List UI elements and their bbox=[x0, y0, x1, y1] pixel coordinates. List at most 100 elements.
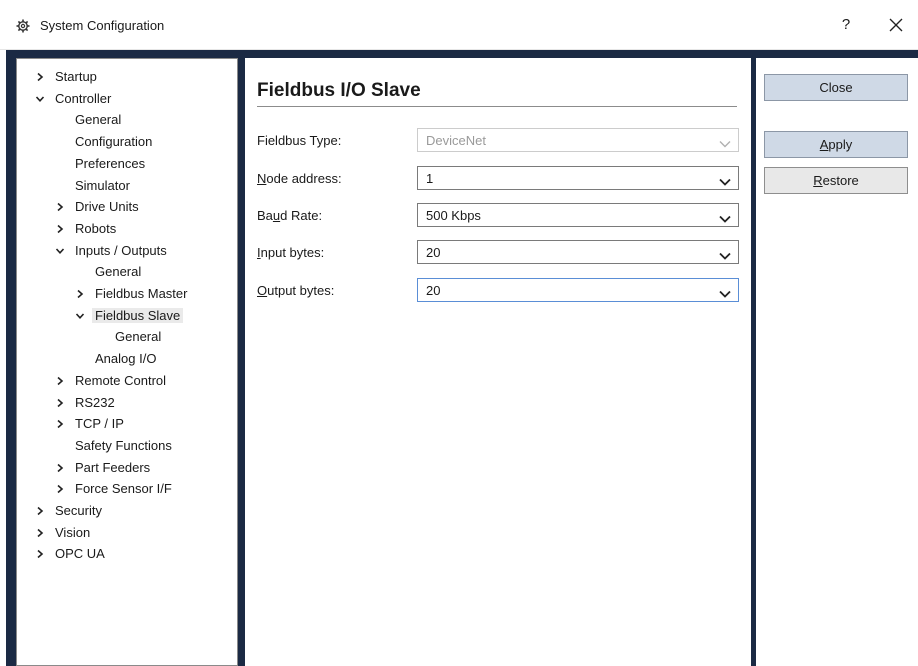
tree-item[interactable]: Part Feeders bbox=[57, 458, 151, 478]
label-text: Fieldbus Type: bbox=[257, 133, 342, 148]
apply-label: pply bbox=[828, 137, 853, 152]
tree-item[interactable]: RS232 bbox=[57, 393, 115, 413]
settings-content: Fieldbus I/O Slave Fieldbus Type: DeviceN… bbox=[245, 58, 751, 666]
chevron-down-icon bbox=[719, 286, 731, 298]
field-label: Baud Rate: bbox=[257, 208, 322, 223]
tree-item-label: Robots bbox=[75, 220, 117, 236]
chevron-down-icon bbox=[719, 248, 731, 260]
tree-item[interactable]: Controller bbox=[35, 89, 112, 109]
restore-button[interactable]: Restore bbox=[764, 167, 908, 194]
tree-item[interactable]: Fieldbus Slave bbox=[75, 306, 184, 326]
button-panel: Close Apply Restore bbox=[756, 58, 918, 666]
tree-item-label: Fieldbus Master bbox=[95, 286, 188, 301]
chevron-right-icon[interactable] bbox=[55, 376, 65, 386]
tree-item-label: Preferences bbox=[75, 155, 146, 171]
label-text: Ba bbox=[257, 208, 273, 223]
gear-icon bbox=[16, 19, 30, 33]
field-dropdown[interactable]: 20 bbox=[417, 240, 739, 264]
dropdown-value: 20 bbox=[426, 283, 441, 298]
chevron-right-icon[interactable] bbox=[75, 289, 85, 299]
field-label: Input bytes: bbox=[257, 245, 324, 260]
tree-item-label: General bbox=[75, 112, 122, 128]
tree-item-label: OPC UA bbox=[55, 546, 105, 562]
chevron-right-icon[interactable] bbox=[55, 202, 65, 212]
tree-item-label: Force Sensor I/F bbox=[75, 481, 172, 497]
close-button[interactable]: Close bbox=[764, 74, 908, 101]
window-close-button[interactable] bbox=[878, 10, 914, 40]
tree-item-label: General bbox=[115, 329, 162, 345]
chevron-down-icon[interactable] bbox=[35, 94, 45, 104]
field-dropdown[interactable]: 1 bbox=[417, 166, 739, 190]
dropdown-value: 1 bbox=[426, 171, 434, 186]
tree-item[interactable]: Preferences bbox=[75, 154, 145, 174]
dropdown-value: 500 Kbps bbox=[426, 208, 481, 223]
tree-item-label: Controller bbox=[55, 90, 112, 106]
chevron-right-icon[interactable] bbox=[55, 463, 65, 473]
tree-item[interactable]: Remote Control bbox=[57, 371, 167, 391]
tree-item[interactable]: Fieldbus Master bbox=[77, 284, 188, 304]
tree-item-label: RS232 bbox=[75, 394, 115, 410]
label-text: ode address: bbox=[266, 171, 342, 186]
tree-item-label: TCP / IP bbox=[75, 416, 124, 432]
tree-item-label: Inputs / Outputs bbox=[75, 242, 167, 258]
field-label: Fieldbus Type: bbox=[257, 133, 341, 148]
tree-item[interactable]: Robots bbox=[57, 219, 117, 239]
chevron-right-icon[interactable] bbox=[55, 419, 65, 429]
chevron-right-icon[interactable] bbox=[35, 72, 45, 82]
tree-item-label: Fieldbus Slave bbox=[92, 307, 184, 323]
tree-item[interactable]: OPC UA bbox=[37, 544, 105, 564]
field-dropdown[interactable]: 20 bbox=[417, 278, 739, 302]
tree-item[interactable]: General bbox=[115, 327, 161, 347]
tree-item-label: Remote Control bbox=[75, 372, 167, 388]
window-title: System Configuration bbox=[40, 18, 165, 33]
tree-item-label: Safety Functions bbox=[75, 437, 172, 453]
accelerator-key: N bbox=[257, 171, 267, 186]
tree-item[interactable]: TCP / IP bbox=[57, 414, 124, 434]
restore-label: estore bbox=[822, 173, 859, 188]
tree-item-label: Drive Units bbox=[75, 199, 139, 215]
chevron-right-icon[interactable] bbox=[55, 398, 65, 408]
tree-item-label: Simulator bbox=[75, 177, 130, 193]
chevron-right-icon[interactable] bbox=[55, 484, 65, 494]
tree-item[interactable]: Safety Functions bbox=[75, 436, 172, 456]
dropdown-value: 20 bbox=[426, 245, 441, 260]
dropdown-value: DeviceNet bbox=[426, 133, 486, 148]
settings-tree[interactable]: Startup Controller General Configuration Pre… bbox=[16, 58, 238, 666]
apply-button[interactable]: Apply bbox=[764, 131, 908, 158]
tree-item[interactable]: Configuration bbox=[75, 132, 152, 152]
label-text: d Rate: bbox=[280, 208, 323, 223]
chevron-down-icon[interactable] bbox=[75, 311, 85, 321]
tree-item[interactable]: Simulator bbox=[75, 176, 130, 196]
field-dropdown: DeviceNet bbox=[417, 128, 739, 152]
tree-item[interactable]: Analog I/O bbox=[95, 349, 156, 369]
chevron-right-icon[interactable] bbox=[35, 528, 45, 538]
accelerator-key: O bbox=[257, 283, 268, 298]
chevron-right-icon[interactable] bbox=[35, 506, 45, 516]
tree-item[interactable]: Inputs / Outputs bbox=[55, 241, 167, 261]
tree-item[interactable]: Drive Units bbox=[57, 197, 139, 217]
chevron-down-icon bbox=[719, 136, 731, 148]
help-button[interactable]: ? bbox=[828, 10, 864, 40]
tree-item[interactable]: Force Sensor I/F bbox=[57, 479, 172, 499]
tree-item-label: Startup bbox=[55, 69, 97, 84]
tree-item-label: Part Feeders bbox=[75, 459, 151, 475]
close-icon bbox=[889, 18, 903, 32]
tree-item[interactable]: Startup bbox=[37, 67, 97, 87]
chevron-down-icon[interactable] bbox=[55, 246, 65, 256]
restore-accelerator: R bbox=[813, 173, 823, 188]
chevron-right-icon[interactable] bbox=[55, 224, 65, 234]
tree-item[interactable]: Security bbox=[37, 501, 102, 521]
title-bar: System Configuration ? bbox=[0, 0, 918, 50]
tree-item-label: Analog I/O bbox=[95, 351, 157, 367]
tree-item[interactable]: General bbox=[75, 110, 121, 130]
tree-item[interactable]: Vision bbox=[37, 523, 91, 543]
field-dropdown[interactable]: 500 Kbps bbox=[417, 203, 739, 227]
tree-item-label: Vision bbox=[55, 524, 91, 540]
field-label: Node address: bbox=[257, 171, 342, 186]
chevron-down-icon bbox=[719, 211, 731, 223]
chevron-right-icon[interactable] bbox=[35, 549, 45, 559]
chevron-down-icon bbox=[719, 174, 731, 186]
tree-item[interactable]: General bbox=[95, 262, 141, 282]
tree-item-label: Configuration bbox=[75, 134, 153, 150]
tree-item-label: General bbox=[95, 264, 142, 280]
